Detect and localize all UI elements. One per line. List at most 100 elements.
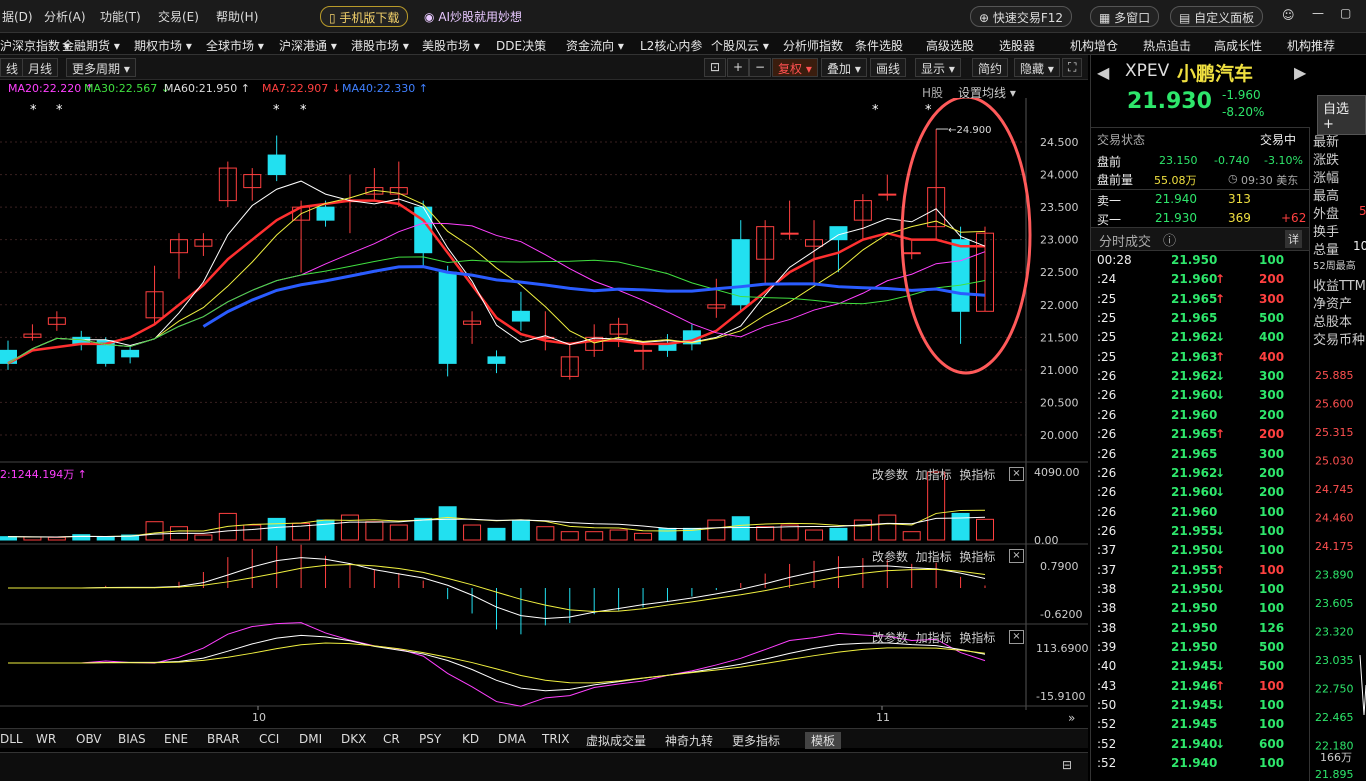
- indicator-tab-15[interactable]: 神奇九转: [665, 732, 713, 749]
- display-dropdown[interactable]: 显示 ▾: [915, 58, 961, 77]
- indicator-tab-16[interactable]: 更多指标: [732, 732, 780, 749]
- volume-bar: [829, 527, 848, 541]
- lock-icon[interactable]: ⊡: [704, 58, 727, 77]
- nav-item-15[interactable]: 机构增仓: [1070, 37, 1118, 54]
- indicator-tab-3[interactable]: BIAS: [118, 732, 146, 746]
- kdj-change-params[interactable]: 改参数: [872, 631, 908, 645]
- stat-label: 涨幅: [1313, 171, 1340, 186]
- price-change: -1.960: [1222, 88, 1261, 102]
- nav-item-11[interactable]: 分析师指数: [783, 37, 843, 54]
- kdj-switch-indicator[interactable]: 换指标: [959, 631, 995, 645]
- trade-time: :50: [1097, 698, 1117, 713]
- zoom-in-icon[interactable]: +: [727, 58, 750, 77]
- nav-item-2[interactable]: 期权市场 ▾: [134, 37, 192, 54]
- trade-price: 21.950: [1171, 253, 1218, 267]
- indicator-tab-6[interactable]: CCI: [259, 732, 279, 746]
- nav-item-10[interactable]: 个股风云 ▾: [711, 37, 769, 54]
- date-label: 10: [252, 711, 266, 724]
- indicator-tab-7[interactable]: DMI: [299, 732, 322, 746]
- add-watchlist-button[interactable]: 自选 +: [1317, 95, 1366, 135]
- minimize-icon[interactable]: —: [1312, 6, 1324, 20]
- volume-bar: [438, 506, 457, 541]
- nav-item-7[interactable]: DDE决策: [496, 37, 546, 54]
- macd-close-icon[interactable]: ×: [1009, 549, 1024, 563]
- menu-data[interactable]: 据(D): [2, 8, 33, 25]
- nav-item-4[interactable]: 沪深港通 ▾: [279, 37, 337, 54]
- trade-price: 21.945: [1171, 698, 1218, 713]
- menu-function[interactable]: 功能(T): [100, 8, 141, 25]
- vol-switch-indicator[interactable]: 换指标: [959, 468, 995, 482]
- hide-dropdown[interactable]: 隐藏 ▾: [1014, 58, 1060, 77]
- nav-item-9[interactable]: L2核心内参: [640, 37, 702, 54]
- custom-panel-button[interactable]: ▤ 自定义面板: [1170, 6, 1264, 27]
- trade-price: 21.960: [1171, 407, 1218, 422]
- mobile-download-button[interactable]: ▯ 手机版下载: [320, 6, 409, 27]
- nav-item-3[interactable]: 全球市场 ▾: [206, 37, 264, 54]
- kdj-add-indicator[interactable]: 加指标: [916, 631, 952, 645]
- period-line-button[interactable]: 线: [0, 58, 25, 77]
- indicator-tab-5[interactable]: BRAR: [207, 732, 240, 746]
- fullscreen-icon[interactable]: ⛶: [1062, 58, 1083, 77]
- indicator-tab-8[interactable]: DKX: [341, 732, 366, 746]
- more-periods-dropdown[interactable]: 更多周期 ▾: [66, 58, 136, 77]
- star-marker: *: [872, 103, 879, 118]
- mini-tick: 22.465: [1315, 711, 1354, 724]
- nav-item-12[interactable]: 条件选股: [855, 37, 903, 54]
- trade-price: 21.962: [1171, 465, 1218, 480]
- fast-trade-button[interactable]: ⊕ 快速交易F12: [970, 6, 1073, 27]
- nav-item-0[interactable]: 沪深京指数 ▾: [0, 37, 70, 54]
- ai-link[interactable]: ◉ AI炒股就用妙想: [424, 8, 522, 25]
- indicator-tab-9[interactable]: CR: [383, 732, 400, 746]
- indicator-tab-17[interactable]: 模板: [805, 732, 842, 749]
- indicator-tab-2[interactable]: OBV: [76, 732, 102, 746]
- vol-close-icon[interactable]: ×: [1009, 467, 1024, 481]
- trade-volume: 600: [1259, 736, 1285, 751]
- nav-item-14[interactable]: 选股器: [999, 37, 1035, 54]
- prev-stock-icon[interactable]: ◀: [1097, 63, 1109, 82]
- indicator-tab-10[interactable]: PSY: [419, 732, 441, 746]
- nav-item-6[interactable]: 美股市场 ▾: [422, 37, 480, 54]
- indicator-tab-1[interactable]: WR: [36, 732, 56, 746]
- ticks-detail-button[interactable]: 详: [1285, 230, 1302, 248]
- macd-switch-indicator[interactable]: 换指标: [959, 550, 995, 564]
- trade-time: :37: [1097, 543, 1117, 558]
- nav-item-5[interactable]: 港股市场 ▾: [351, 37, 409, 54]
- adjust-dropdown[interactable]: 复权 ▾: [772, 58, 818, 77]
- menu-analysis[interactable]: 分析(A): [44, 8, 86, 25]
- minimize-panel-icon[interactable]: ⊟: [1062, 758, 1072, 772]
- macd-change-params[interactable]: 改参数: [872, 550, 908, 564]
- menu-help[interactable]: 帮助(H): [216, 8, 258, 25]
- overlay-dropdown[interactable]: 叠加 ▾: [821, 58, 867, 77]
- period-month-button[interactable]: 月线: [22, 58, 59, 77]
- vol-change-params[interactable]: 改参数: [872, 468, 908, 482]
- indicator-tab-14[interactable]: 虚拟成交量: [586, 732, 646, 749]
- arrow-down-icon: ↓: [1215, 465, 1226, 480]
- next-stock-icon[interactable]: ▶: [1294, 63, 1306, 82]
- macd-add-indicator[interactable]: 加指标: [916, 550, 952, 564]
- indicator-tab-0[interactable]: DLL: [0, 732, 23, 746]
- price-tick: 21.000: [1040, 364, 1079, 377]
- nav-item-16[interactable]: 热点追击: [1143, 37, 1191, 54]
- info-icon[interactable]: ⓘ: [1163, 230, 1176, 249]
- nav-item-18[interactable]: 机构推荐: [1287, 37, 1335, 54]
- nav-item-1[interactable]: 金融期货 ▾: [62, 37, 120, 54]
- nav-item-13[interactable]: 高级选股: [926, 37, 974, 54]
- indicator-tab-11[interactable]: KD: [462, 732, 479, 746]
- multi-window-button[interactable]: ▦ 多窗口: [1090, 6, 1160, 27]
- indicator-tab-13[interactable]: TRIX: [542, 732, 569, 746]
- user-icon[interactable]: ☺: [1282, 8, 1295, 22]
- nav-item-8[interactable]: 资金流向 ▾: [566, 37, 624, 54]
- indicator-tab-12[interactable]: DMA: [498, 732, 526, 746]
- maximize-icon[interactable]: ▢: [1340, 6, 1351, 20]
- ask1-volume: 313: [1228, 192, 1251, 206]
- indicator-tab-4[interactable]: ENE: [164, 732, 188, 746]
- arrow-up-icon: ↑: [1215, 272, 1226, 287]
- zoom-out-icon[interactable]: −: [749, 58, 772, 77]
- kdj-close-icon[interactable]: ×: [1009, 630, 1024, 644]
- vol-add-indicator[interactable]: 加指标: [916, 468, 952, 482]
- draw-line-button[interactable]: 画线: [870, 58, 907, 77]
- nav-item-17[interactable]: 高成长性: [1214, 37, 1262, 54]
- simple-mode-button[interactable]: 简约: [972, 58, 1009, 77]
- scroll-right-icon[interactable]: »: [1068, 711, 1075, 725]
- menu-trade[interactable]: 交易(E): [158, 8, 199, 25]
